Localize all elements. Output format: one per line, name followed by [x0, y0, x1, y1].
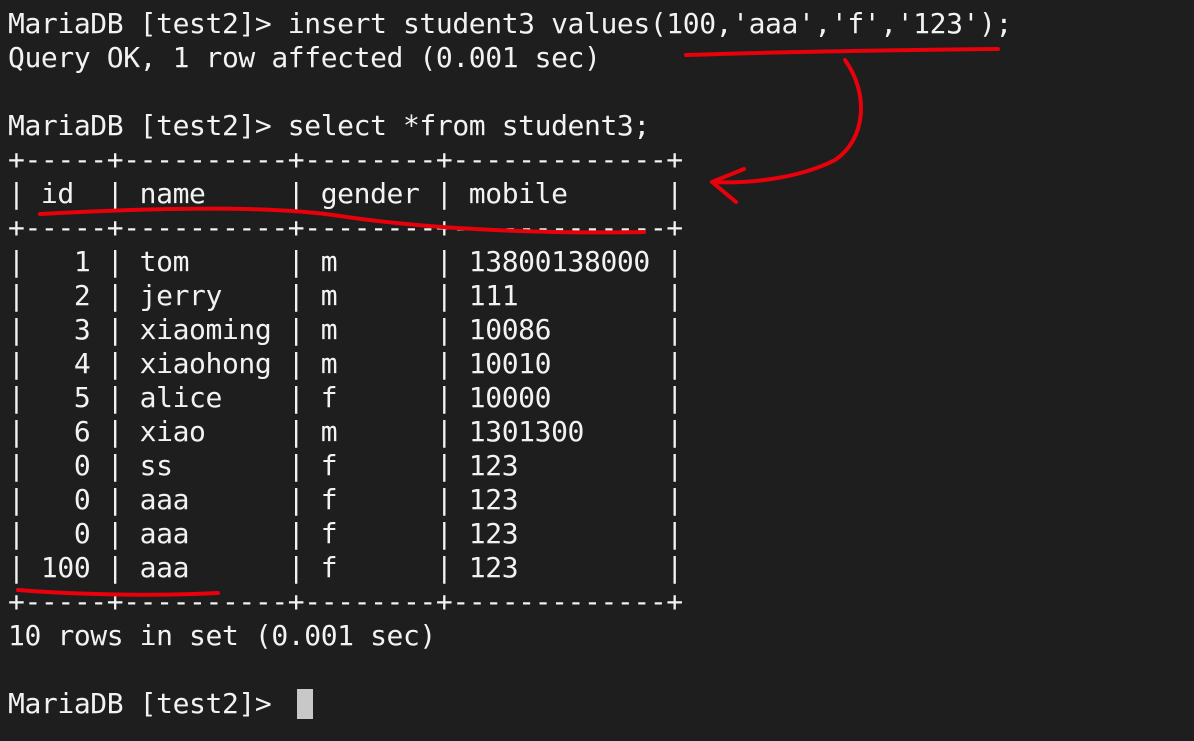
table-border-bottom: +-----+----------+--------+-------------… — [8, 585, 683, 618]
query-ok-line: Query OK, 1 row affected (0.001 sec) — [8, 41, 601, 74]
result-summary-line: 10 rows in set (0.001 sec) — [8, 619, 436, 652]
table-row: | 0 | ss | f | 123 | — [8, 449, 683, 482]
command-select-line: MariaDB [test2]> select *from student3; — [8, 109, 650, 142]
table-row: | 6 | xiao | m | 1301300 | — [8, 415, 683, 448]
curved-arrow — [710, 58, 863, 185]
prompt-line[interactable]: MariaDB [test2]> — [8, 687, 288, 721]
table-row: | 100 | aaa | f | 123 | — [8, 551, 683, 584]
text-cursor — [297, 689, 313, 719]
table-row: | 2 | jerry | m | 111 | — [8, 279, 683, 312]
terminal-window[interactable]: MariaDB [test2]> insert student3 values(… — [0, 0, 1194, 741]
table-row: | 3 | xiaoming | m | 10086 | — [8, 313, 683, 346]
arrow-head — [710, 167, 746, 204]
command-insert-line: MariaDB [test2]> insert student3 values(… — [8, 7, 1012, 40]
table-row: | 4 | xiaohong | m | 10010 | — [8, 347, 683, 380]
table-header-row: | id | name | gender | mobile | — [8, 177, 683, 210]
table-row: | 5 | alice | f | 10000 | — [8, 381, 683, 414]
underline-insert-values — [684, 47, 1000, 57]
table-row: | 0 | aaa | f | 123 | — [8, 483, 683, 516]
table-border-header: +-----+----------+--------+-------------… — [8, 211, 683, 244]
table-border-top: +-----+----------+--------+-------------… — [8, 143, 683, 176]
table-row: | 1 | tom | m | 13800138000 | — [8, 245, 683, 278]
table-row: | 0 | aaa | f | 123 | — [8, 517, 683, 550]
